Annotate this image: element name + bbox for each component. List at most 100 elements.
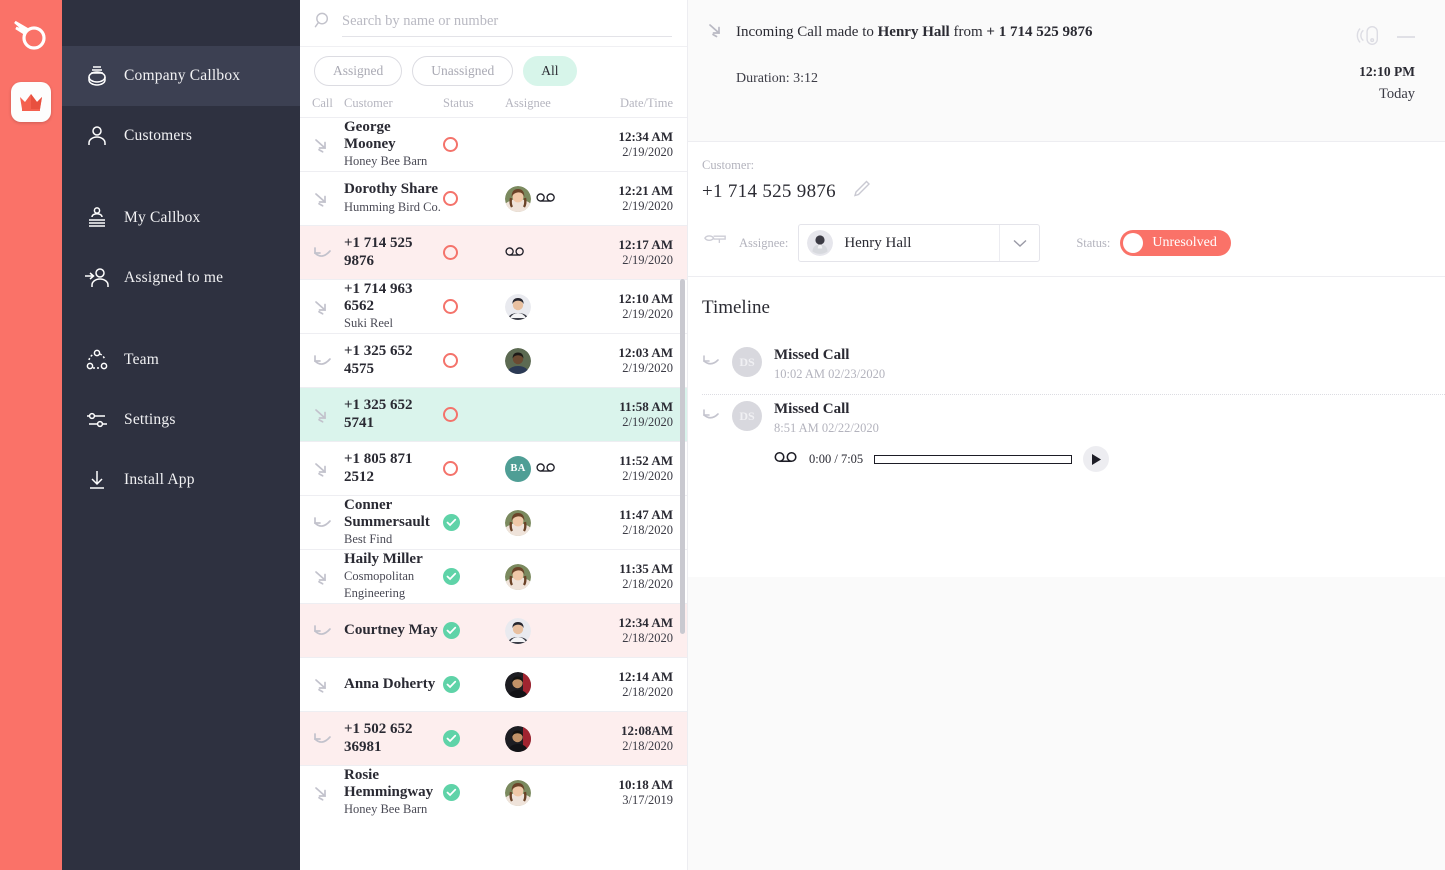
call-assignee-cell[interactable]: BA [505,455,591,482]
status-badge[interactable]: Unresolved [1120,230,1231,256]
call-customer-cell: +1 805 871 2512 [344,451,443,486]
voicemail-icon [774,450,798,468]
call-assignee-cell[interactable] [505,293,591,320]
voicemail-icon[interactable] [536,460,556,478]
call-date: 2/18/2020 [622,631,673,645]
sidebar-item-team[interactable]: Team [62,330,300,390]
status-resolved-icon [443,514,460,531]
table-row[interactable]: +1 714 525 9876 12:17 AM 2/19/2020 [300,225,687,279]
call-assignee-cell[interactable] [505,563,591,590]
outgoing-call-arrow-icon [312,243,344,263]
call-date: 2/18/2020 [622,523,673,537]
sidebar-item-install-app[interactable]: Install App [62,450,300,510]
table-row[interactable]: +1 502 652 36981 12:08AM 2/18/2020 [300,711,687,765]
call-assignee-cell[interactable] [505,617,591,644]
voicemail-icon[interactable] [505,244,525,262]
call-assignee-cell[interactable] [505,725,591,752]
timeline-item[interactable]: DS Missed Call 10:02 AM 02/23/2020 [702,341,1445,395]
call-status-cell[interactable] [443,730,505,747]
table-row[interactable]: Anna Doherty 12:14 AM 2/18/2020 [300,657,687,711]
minimize-icon[interactable] [1395,29,1417,47]
sidebar-nav: Company Callbox Customers My Callbox Ass… [62,0,300,870]
call-time: 12:34 AM [618,615,673,630]
call-rows: George Mooney Honey Bee Barn 12:34 AM 2/19/… [300,117,687,819]
status-unresolved-icon [443,353,458,368]
filter-chip-all[interactable]: All [523,56,577,86]
call-assignee-cell[interactable] [505,509,591,536]
table-row[interactable]: +1 805 871 2512 BA 11:52 AM 2/19/2020 [300,441,687,495]
sidebar-item-my-callbox[interactable]: My Callbox [62,188,300,248]
table-row[interactable]: Courtney May 12:34 AM 2/18/2020 [300,603,687,657]
chevron-down-icon[interactable] [999,225,1039,261]
table-row[interactable]: Haily Miller Cosmopolitan Engineering 11:3… [300,549,687,603]
table-row[interactable]: Rosie Hemmingway Honey Bee Barn 10:18 AM 3/… [300,765,687,819]
call-status-cell[interactable] [443,784,505,801]
call-time: 12:14 AM [618,669,673,684]
avatar [505,347,531,374]
call-summary-number: + 1 714 525 9876 [986,24,1093,40]
call-status-cell[interactable] [443,461,505,476]
speaker-icon[interactable] [1355,22,1381,53]
call-status-cell[interactable] [443,568,505,585]
call-date: 2/18/2020 [622,739,673,753]
call-customer-cell: Haily Miller Cosmopolitan Engineering [344,551,443,602]
call-time: 12:34 AM [618,129,673,144]
call-assignee-cell[interactable] [505,671,591,698]
call-time: 11:47 AM [619,507,673,522]
pencil-edit-icon[interactable] [852,179,872,204]
call-status-cell[interactable] [443,622,505,639]
sidebar-item-company-callbox[interactable]: Company Callbox [62,46,300,106]
search-bar [300,0,687,46]
search-input[interactable] [342,9,672,37]
call-assignee-cell[interactable] [505,244,591,262]
ringblaze-logo[interactable] [11,14,51,58]
status-resolved-icon [443,676,460,693]
call-datetime-cell: 11:52 AM 2/19/2020 [591,453,677,484]
crown-app-icon[interactable] [11,82,51,122]
incoming-call-arrow-icon [312,459,344,479]
sidebar-item-label: Company Callbox [124,67,241,84]
timeline-item-title: Missed Call [774,401,850,417]
sidebar-item-customers[interactable]: Customers [62,106,300,166]
table-row[interactable]: +1 714 963 6562 Suki Reel 12:10 AM 2/19/202… [300,279,687,333]
assignee-select[interactable]: Henry Hall [798,224,1041,262]
list-scrollbar[interactable] [680,279,685,634]
play-icon[interactable] [1083,446,1110,472]
call-list-scroll-area[interactable]: George Mooney Honey Bee Barn 12:34 AM 2/19/… [300,117,687,870]
filter-chip-assigned[interactable]: Assigned [314,56,403,86]
call-status-cell[interactable] [443,191,505,206]
status-unresolved-icon [443,137,458,152]
call-assignee-cell[interactable] [505,347,591,374]
call-time-value: 12:10 PM [1359,64,1415,79]
avatar [505,617,531,644]
call-list-header: Call Customer Status Assignee Date/Time [300,96,687,117]
call-datetime-cell: 10:18 AM 3/17/2019 [591,777,677,808]
column-header-customer: Customer [344,96,393,110]
call-status-cell[interactable] [443,299,505,314]
call-status-cell[interactable] [443,407,505,422]
call-status-cell[interactable] [443,676,505,693]
table-row[interactable]: Conner Summersault Best Find 11:47 AM 2/18/… [300,495,687,549]
sidebar-item-assigned-to-me[interactable]: Assigned to me [62,248,300,308]
player-progress-bar[interactable] [874,454,1073,464]
table-row[interactable]: +1 325 652 5741 11:58 AM 2/19/2020 [300,387,687,441]
call-customer-cell: Courtney May [344,622,443,639]
filter-chip-unassigned[interactable]: Unassigned [412,56,514,86]
voicemail-icon[interactable] [536,190,556,208]
call-time: 12:03 AM [618,345,673,360]
table-row[interactable]: George Mooney Honey Bee Barn 12:34 AM 2/19/… [300,117,687,171]
call-customer-name: Courtney May [344,621,438,638]
call-assignee-cell[interactable] [505,185,591,212]
table-row[interactable]: Dorothy Share Humming Bird Co. 12:21 AM 2/1… [300,171,687,225]
table-row[interactable]: +1 325 652 4575 12:03 AM 2/19/2020 [300,333,687,387]
call-customer-cell: George Mooney Honey Bee Barn [344,119,443,170]
customer-label: Customer: [702,158,755,172]
call-status-cell[interactable] [443,137,505,152]
sidebar-item-settings[interactable]: Settings [62,390,300,450]
call-status-cell[interactable] [443,353,505,368]
timeline-item[interactable]: DS Missed Call 8:51 AM 02/22/2020 0:00 /… [702,395,1445,484]
call-assignee-cell[interactable] [505,779,591,806]
avatar [505,725,531,752]
call-status-cell[interactable] [443,245,505,260]
call-status-cell[interactable] [443,514,505,531]
